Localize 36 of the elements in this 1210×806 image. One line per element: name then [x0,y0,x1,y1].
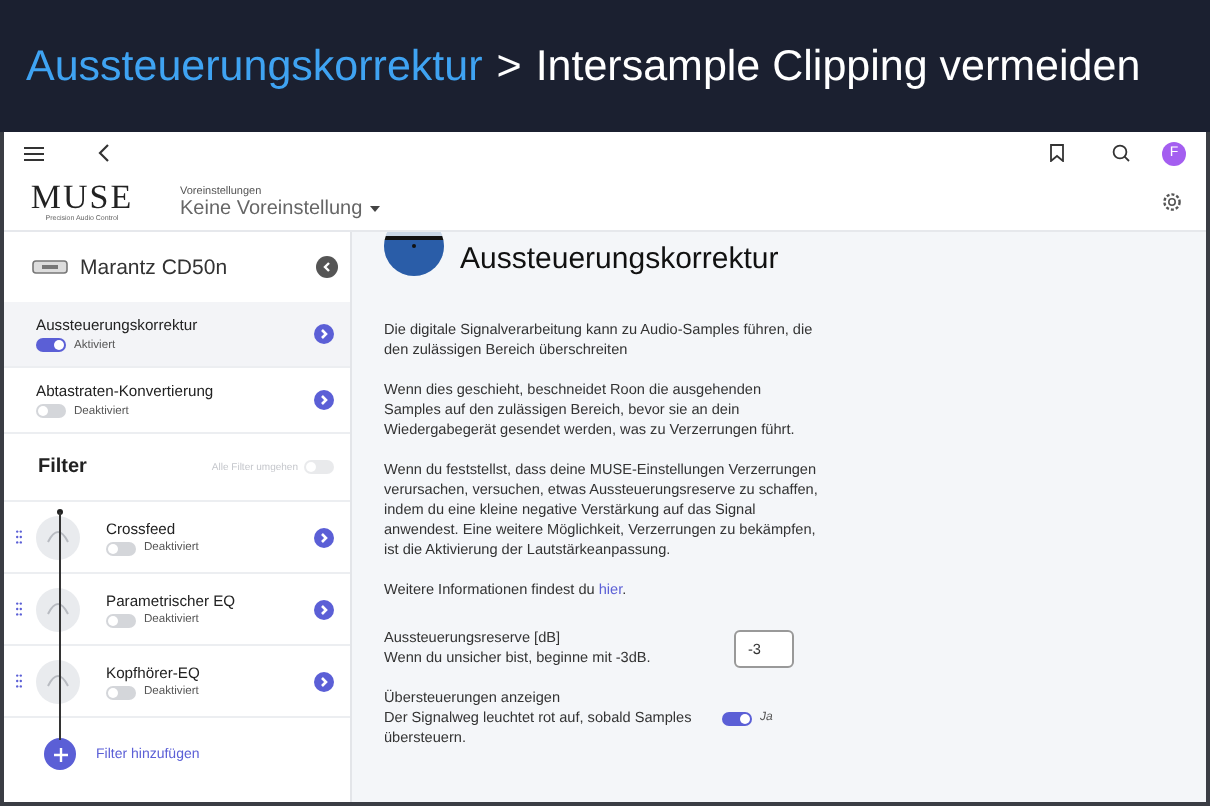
toggle-switch[interactable] [106,613,136,627]
back-icon[interactable] [98,144,110,162]
search-icon[interactable] [1112,144,1130,162]
breadcrumb-section: Aussteuerungskorrektur [26,41,483,91]
preset-dropdown[interactable]: Keine Voreinstellung [180,197,381,219]
toggle-switch[interactable] [36,404,66,418]
collapse-icon[interactable] [316,256,338,278]
chevron-icon[interactable] [314,324,334,344]
drag-handle-icon[interactable] [16,674,22,688]
settings-icon[interactable] [1162,192,1182,212]
toggle-switch[interactable] [722,711,752,725]
page-title: Intersample Clipping vermeiden [535,41,1141,91]
toggle-switch[interactable] [106,685,136,699]
toggle-switch[interactable] [36,338,66,352]
bookmark-icon[interactable] [1050,144,1064,162]
drag-handle-icon[interactable] [16,602,22,616]
chevron-icon[interactable] [314,599,334,619]
device-name: Marantz CD50n [80,255,230,279]
plus-icon [53,747,67,761]
breadcrumb-separator: > [496,41,522,91]
menu-icon[interactable] [24,145,44,161]
add-filter-button[interactable] [44,738,76,770]
drag-handle-icon[interactable] [16,530,22,544]
logo-wordmark: MUSE [30,182,134,214]
chevron-icon[interactable] [314,527,334,547]
filter-thumbnail-icon [36,515,80,559]
caret-icon [370,205,381,211]
filter-thumbnail-icon [36,587,80,631]
page-heading: Aussteuerungskorrektur [460,241,779,275]
section-title: Filter [38,456,89,478]
toggle-switch[interactable] [106,541,136,555]
circle-logo-icon [384,232,444,276]
device-icon [32,260,68,274]
filter-thumbnail-icon [36,659,80,703]
chevron-icon[interactable] [314,671,334,691]
chevron-icon[interactable] [314,390,334,410]
